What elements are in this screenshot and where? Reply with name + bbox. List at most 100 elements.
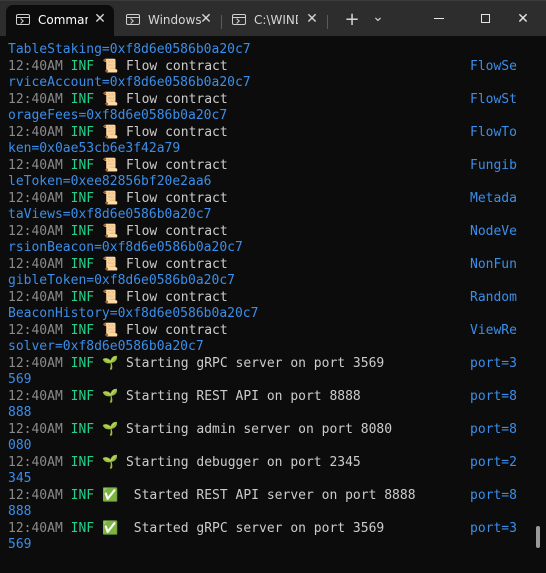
log-timestamp: 12:40AM	[8, 487, 63, 503]
log-level: INF	[70, 388, 95, 404]
tab-windows-powershell[interactable]: Windows ✕	[116, 5, 220, 37]
log-continuation: 345	[8, 471, 32, 486]
terminal-icon	[126, 14, 140, 25]
log-entry: 12:40AM INF 📜 Flow contract	[8, 124, 228, 141]
log-level: INF	[70, 157, 95, 173]
log-key: FlowSt	[470, 91, 517, 107]
log-message: Starting debugger on port 2345	[125, 454, 361, 470]
log-timestamp: 12:40AM	[8, 289, 63, 305]
log-icon: 📜	[101, 289, 119, 305]
log-message: Starting gRPC server on port 3569	[125, 355, 385, 371]
log-icon: 📜	[101, 157, 119, 173]
log-continuation: gibleToken=0xf8d6e0586b0a20c7	[8, 273, 235, 288]
log-entry: 12:40AM INF 📜 Flow contract	[8, 91, 228, 108]
log-icon: 📜	[101, 223, 119, 239]
log-key: ViewRe	[470, 322, 517, 338]
log-icon: 📜	[101, 190, 119, 206]
log-icon: 🌱	[101, 421, 119, 437]
log-timestamp: 12:40AM	[8, 322, 63, 338]
log-continuation: TableStaking=0xf8d6e0586b0a20c7	[8, 42, 251, 57]
log-message: Flow contract	[125, 322, 228, 338]
log-message: Starting admin server on port 8080	[125, 421, 393, 437]
log-key: port=3	[470, 355, 517, 371]
log-key: port=8	[470, 421, 517, 437]
log-key: port=2	[470, 454, 517, 470]
log-icon: 📜	[101, 256, 119, 272]
terminal-output[interactable]: TableStaking=0xf8d6e0586b0a20c7 12:40AM …	[0, 36, 546, 573]
log-key: port=8	[470, 487, 517, 503]
new-tab-button[interactable]: +	[338, 7, 366, 33]
log-level: INF	[70, 190, 95, 206]
log-icon: 📜	[101, 124, 119, 140]
log-message: Flow contract	[125, 190, 228, 206]
log-key: port=8	[470, 388, 517, 404]
log-key: Fungib	[470, 157, 517, 173]
log-message: Flow contract	[125, 289, 228, 305]
log-continuation: orageFees=0xf8d6e0586b0a20c7	[8, 108, 228, 123]
close-window-button[interactable]: ✕	[500, 1, 546, 37]
terminal-icon	[232, 14, 246, 25]
log-continuation: BeaconHistory=0xf8d6e0586b0a20c7	[8, 306, 259, 321]
log-continuation: rviceAccount=0xf8d6e0586b0a20c7	[8, 75, 251, 90]
tab-label: Windows	[148, 13, 202, 27]
log-level: INF	[70, 454, 95, 470]
log-icon: 📜	[101, 58, 119, 74]
log-entry: 12:40AM INF 📜 Flow contract	[8, 157, 228, 174]
log-continuation: 080	[8, 438, 32, 453]
log-icon: 🌱	[101, 388, 119, 404]
log-continuation: 569	[8, 372, 32, 387]
tab-divider	[327, 15, 328, 29]
log-timestamp: 12:40AM	[8, 91, 63, 107]
log-entry: 12:40AM INF 🌱 Starting gRPC server on po…	[8, 355, 384, 372]
scrollbar-thumb[interactable]	[536, 526, 540, 548]
log-entry: 12:40AM INF 🌱 Starting debugger on port …	[8, 454, 361, 471]
log-level: INF	[70, 355, 95, 371]
log-continuation: taViews=0xf8d6e0586b0a20c7	[8, 207, 212, 222]
log-timestamp: 12:40AM	[8, 157, 63, 173]
log-icon: 🌱	[101, 355, 119, 371]
log-continuation: solver=0xf8d6e0586b0a20c7	[8, 339, 204, 354]
log-level: INF	[70, 322, 95, 338]
log-icon: 📜	[101, 322, 119, 338]
close-tab-icon[interactable]: ✕	[304, 11, 320, 27]
log-timestamp: 12:40AM	[8, 388, 63, 404]
log-continuation: 888	[8, 405, 32, 420]
log-timestamp: 12:40AM	[8, 190, 63, 206]
maximize-icon	[480, 14, 490, 23]
log-level: INF	[70, 58, 95, 74]
log-key: Random	[470, 289, 517, 305]
log-key: NonFun	[470, 256, 517, 272]
log-message: Flow contract	[125, 256, 228, 272]
log-icon: 📜	[101, 91, 119, 107]
log-level: INF	[70, 256, 95, 272]
log-message: Starting REST API on port 8888	[125, 388, 361, 404]
log-level: INF	[70, 520, 95, 536]
log-entry: 12:40AM INF 📜 Flow contract	[8, 289, 228, 306]
log-timestamp: 12:40AM	[8, 421, 63, 437]
log-timestamp: 12:40AM	[8, 124, 63, 140]
log-key: NodeVe	[470, 223, 517, 239]
log-entry: 12:40AM INF 📜 Flow contract	[8, 256, 228, 273]
log-entry: 12:40AM INF 🌱 Starting REST API on port …	[8, 388, 361, 405]
log-continuation: rsionBeacon=0xf8d6e0586b0a20c7	[8, 240, 243, 255]
log-entry: 12:40AM INF ✅ Started gRPC server on por…	[8, 520, 384, 537]
tab-command-prompt[interactable]: Comman ✕	[6, 5, 114, 37]
close-tab-icon[interactable]: ✕	[198, 11, 214, 27]
log-key: port=3	[470, 520, 517, 536]
log-timestamp: 12:40AM	[8, 355, 63, 371]
log-level: INF	[70, 91, 95, 107]
log-continuation: 888	[8, 504, 32, 519]
log-level: INF	[70, 421, 95, 437]
tab-cmd-path[interactable]: C:\WINDO ✕	[222, 5, 326, 37]
tab-dropdown-button[interactable]: ⌄	[364, 7, 392, 33]
log-timestamp: 12:40AM	[8, 58, 63, 74]
minimize-button[interactable]	[416, 1, 462, 37]
log-timestamp: 12:40AM	[8, 256, 63, 272]
log-continuation: leToken=0xee82856bf20e2aa6	[8, 174, 212, 189]
log-timestamp: 12:40AM	[8, 454, 63, 470]
close-tab-icon[interactable]: ✕	[92, 11, 108, 27]
log-key: FlowSe	[470, 58, 517, 74]
terminal-icon	[16, 14, 30, 25]
log-icon: ✅	[101, 520, 119, 536]
log-entry: 12:40AM INF 🌱 Starting admin server on p…	[8, 421, 392, 438]
